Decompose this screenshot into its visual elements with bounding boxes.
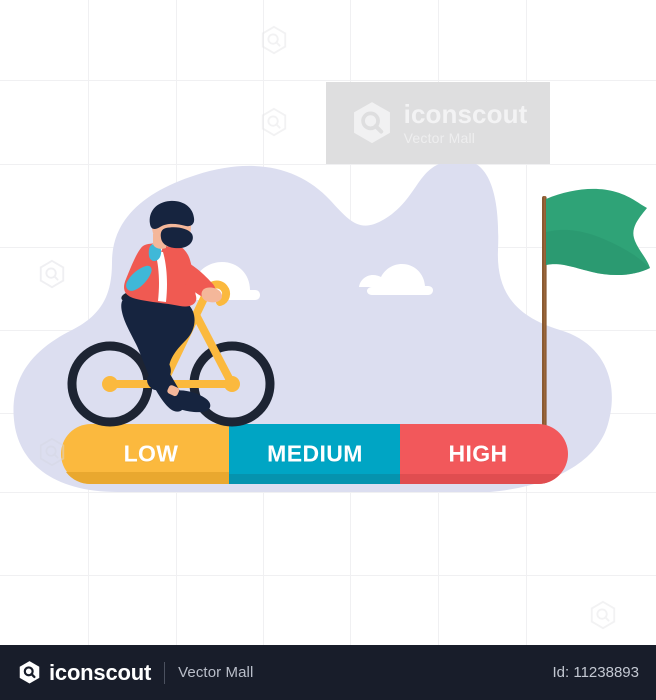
watermark-badge: iconscout Vector Mall: [326, 82, 550, 164]
footer-brand: iconscout: [49, 659, 152, 685]
bar-label-low: LOW: [123, 440, 179, 467]
bar-segment-medium-shade: [229, 474, 400, 484]
iconscout-hexagon-search-icon: [17, 660, 42, 685]
bar-segment-high-shade: [400, 474, 560, 484]
watermark-icon: [37, 259, 67, 289]
iconscout-hexagon-search-icon: [349, 100, 395, 146]
bar-segment-low-shade: [66, 472, 229, 485]
watermark-tagline: Vector Mall: [403, 130, 476, 146]
footer-divider: [164, 661, 166, 684]
illustration-canvas: LOW MEDIUM HIGH iconscout Vector Mall: [0, 0, 656, 645]
bar-label-medium: MEDIUM: [267, 440, 363, 467]
watermark-icon: [588, 600, 618, 630]
footer-bar: iconscout Vector Mall Id: 11238893: [0, 645, 656, 700]
watermark-icon: [259, 25, 289, 55]
watermark-icon: [259, 107, 289, 137]
bar-label-high: HIGH: [448, 440, 508, 467]
footer-tagline: Vector Mall: [178, 664, 254, 681]
watermark-icon: [37, 437, 67, 467]
watermark-brand: iconscout: [403, 99, 528, 129]
footer-asset-id: Id: 11238893: [552, 664, 639, 681]
flag-pole-highlight: [544, 196, 546, 446]
